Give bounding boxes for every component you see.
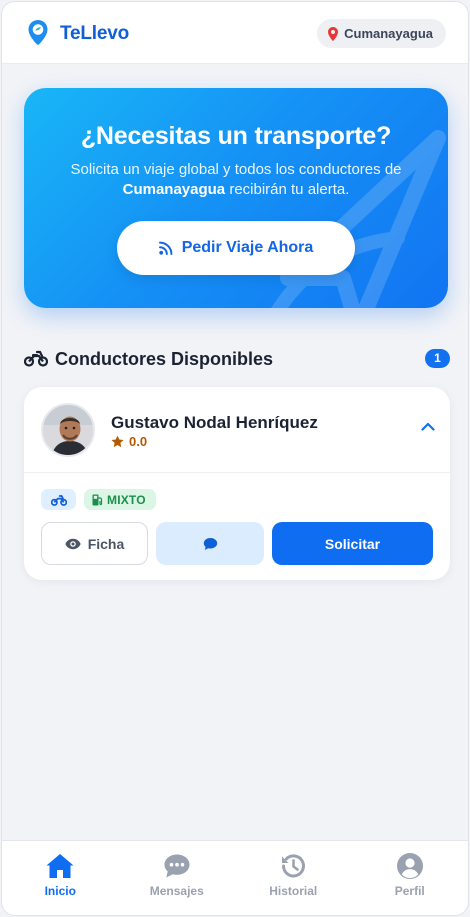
request-ride-label: Pedir Viaje Ahora [181,239,314,256]
message-driver-button[interactable] [156,522,264,565]
vehicle-type-tag [41,489,76,510]
drivers-section-header: Conductores Disponibles 1 [24,346,450,374]
drivers-section-title: Conductores Disponibles [55,349,274,369]
hero-subtitle-town: Cumanayagua [122,181,226,198]
bottom-navigation: Inicio Mensajes Historial Perfil [2,840,468,915]
location-pin-logo-icon[interactable] [26,19,50,47]
request-ride-button[interactable]: Pedir Viaje Ahora [117,221,355,275]
nav-label-inicio: Inicio [44,884,76,898]
profile-icon [396,853,423,879]
driver-avatar [41,403,95,457]
driver-rating: 0.0 [111,434,147,449]
nav-label-perfil: Perfil [394,884,425,898]
app-frame: TeLlevo Cumanayagua ¿Necesitas un transp… [1,1,469,916]
driver-rating-value: 0.0 [129,434,148,449]
motorcycle-icon [24,350,48,367]
nav-item-perfil[interactable]: Perfil [352,841,469,915]
motorcycle-icon [50,494,67,506]
nav-item-inicio[interactable]: Inicio [2,841,119,915]
view-profile-button[interactable]: Ficha [41,522,148,565]
fuel-pump-icon [92,494,103,505]
fuel-type-label: MIXTO [107,492,146,507]
nav-item-mensajes[interactable]: Mensajes [119,841,236,915]
nav-label-mensajes: Mensajes [149,884,204,898]
location-label: Cumanayagua [344,26,433,41]
nav-item-historial[interactable]: Historial [235,841,352,915]
eye-icon [65,538,81,549]
fuel-type-tag: MIXTO [84,489,156,510]
hero-subtitle-prefix: Solicita un viaje global y todos los con… [70,161,402,178]
driver-name: Gustavo Nodal Henríquez [111,413,318,432]
drivers-count-badge: 1 [425,349,450,368]
map-pin-icon [328,26,339,41]
driver-card: Gustavo Nodal Henríquez 0.0 MIXTO Ficha … [24,387,450,580]
messages-icon [164,854,190,878]
nav-label-historial: Historial [269,884,318,898]
decorative-arrow-icon [271,130,446,308]
hero-title: ¿Necesitas un transporte? [80,122,392,150]
request-ride-banner: ¿Necesitas un transporte? Solicita un vi… [24,88,448,308]
brand-name[interactable]: TeLlevo [60,23,129,45]
driver-tags: MIXTO [41,489,156,510]
history-icon [282,854,306,878]
view-profile-label: Ficha [87,535,125,552]
broadcast-icon [158,241,173,255]
hero-subtitle: Solicita un viaje global y todos los con… [44,160,428,200]
request-driver-button[interactable]: Solicitar [272,522,433,565]
chevron-up-icon[interactable] [421,421,435,431]
top-header: TeLlevo Cumanayagua [2,2,468,64]
hero-subtitle-suffix: recibirán tu alerta. [225,181,350,198]
star-icon [111,435,124,448]
location-selector[interactable]: Cumanayagua [317,19,446,48]
home-icon [46,854,74,878]
driver-photo-icon [43,405,93,455]
chat-bubble-icon [203,537,217,550]
driver-card-header[interactable]: Gustavo Nodal Henríquez 0.0 [24,387,450,473]
